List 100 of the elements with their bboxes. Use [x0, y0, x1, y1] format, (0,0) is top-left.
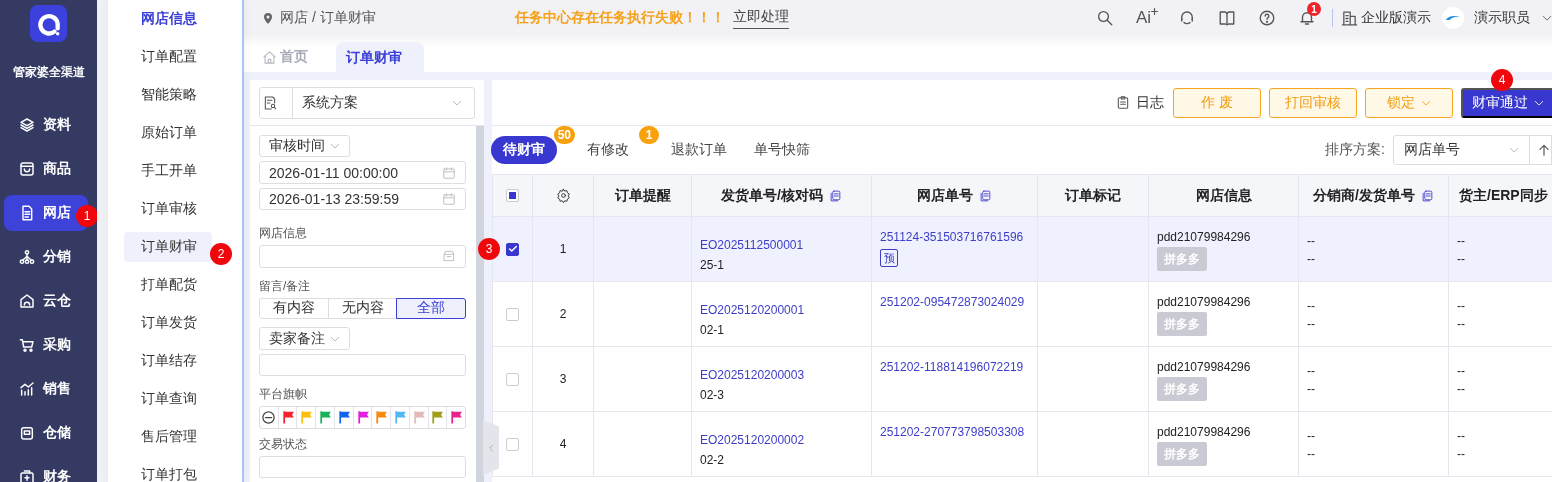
step-marker: 3 — [478, 238, 500, 260]
column-header: 分销商/发货单号 — [1298, 174, 1449, 217]
handle-now-link[interactable]: 立即处理 — [732, 7, 789, 29]
column-header: 发货单号/核对码 — [691, 174, 872, 217]
menu-item[interactable]: 订单配置 — [124, 42, 212, 72]
select-all-checkbox[interactable] — [506, 189, 519, 202]
flag-icon[interactable] — [355, 410, 370, 425]
nav-item[interactable]: 云仓 — [4, 283, 88, 319]
check-code: 02-2 — [700, 453, 725, 467]
flag-icon[interactable] — [374, 410, 389, 425]
shop-order-link[interactable]: 251202-118814196072219 — [880, 360, 1024, 374]
cell-text: -- — [1307, 363, 1316, 380]
shop-icon — [442, 249, 456, 264]
date-field[interactable]: 2026-01-13 23:59:59 — [259, 187, 466, 211]
action-button[interactable]: 财审通过 — [1461, 87, 1552, 118]
flag-icon[interactable] — [336, 410, 351, 425]
flag-icon[interactable] — [393, 410, 407, 425]
menu-item[interactable]: 智能策略 — [124, 80, 212, 110]
shipping-number-link[interactable]: EO2025120200002 — [700, 433, 805, 447]
shipping-number-link[interactable]: EO2025120200001 — [700, 303, 805, 317]
menu-item[interactable]: 原始订单 — [124, 118, 212, 148]
field-label: 留言/备注 — [259, 277, 312, 295]
avatar[interactable] — [1442, 7, 1464, 29]
search-icon[interactable] — [1095, 9, 1114, 27]
headset-icon[interactable] — [1178, 9, 1196, 27]
menu-heading[interactable]: 网店信息 — [124, 4, 212, 34]
row-checkbox[interactable] — [506, 242, 519, 256]
shop-order-link[interactable]: 251124-351503716761596 — [880, 230, 1024, 244]
shop-order-link[interactable]: 251202-270773798503308 — [880, 425, 1025, 439]
cell-text: -- — [1307, 233, 1316, 250]
no-flag-icon[interactable] — [261, 409, 277, 425]
shop-account: pdd21079984296 — [1157, 230, 1251, 244]
gear-icon[interactable] — [555, 188, 571, 203]
shop-field[interactable] — [259, 245, 466, 268]
organization-name[interactable]: 企业版演示 — [1361, 9, 1431, 27]
menu-item[interactable]: 订单查询 — [124, 384, 212, 414]
field-select[interactable]: 审核时间 — [259, 135, 350, 158]
date-field[interactable]: 2026-01-11 00:00:00 — [259, 161, 466, 184]
column-header: 货主/ERP同步 — [1448, 174, 1552, 217]
book-icon[interactable] — [1218, 9, 1236, 27]
home-icon — [262, 49, 277, 65]
collapse-handle[interactable] — [483, 420, 499, 475]
column-header: 网店信息 — [1148, 174, 1299, 217]
menu-item[interactable]: 订单财审 — [124, 232, 212, 262]
copy-icon[interactable] — [979, 188, 992, 203]
status-tab[interactable]: 待财审 — [491, 136, 557, 164]
clipboard-icon — [1116, 95, 1130, 110]
check-code: 02-3 — [700, 388, 725, 402]
column-header: 订单提醒 — [593, 174, 692, 217]
swoosh-icon — [1445, 14, 1461, 22]
copy-icon[interactable] — [828, 188, 842, 203]
menu-item[interactable]: 订单审核 — [124, 194, 212, 224]
shop-order-link[interactable]: 251202-095472873024029 — [880, 295, 1025, 309]
log-link[interactable]: 日志 — [1116, 93, 1164, 112]
status-tab[interactable]: 有修改 — [575, 136, 641, 164]
nav-item[interactable]: 分销 — [4, 239, 88, 275]
cell-text: -- — [1457, 233, 1466, 250]
menu-item[interactable]: 手工开单 — [124, 156, 212, 186]
field-select[interactable]: 卖家备注 — [259, 327, 350, 350]
document-search-icon — [262, 95, 278, 111]
status-tab[interactable]: 单号快筛 — [742, 136, 822, 164]
page-tab[interactable]: 订单财审 — [336, 42, 424, 72]
shipping-number-link[interactable]: EO2025120200003 — [700, 368, 805, 382]
nav-item[interactable]: 商品 — [4, 151, 88, 187]
menu-item[interactable]: 订单结存 — [124, 346, 212, 376]
step-marker: 1 — [76, 205, 97, 227]
shipping-number-link[interactable]: EO2025112500001 — [700, 238, 804, 252]
user-name[interactable]: 演示职员 — [1474, 9, 1530, 27]
presale-tag: 预 — [880, 249, 898, 267]
menu-item[interactable]: 售后管理 — [124, 422, 212, 452]
note-field[interactable] — [259, 353, 466, 377]
shop-account: pdd21079984296 — [1157, 425, 1251, 439]
status-field[interactable] — [259, 455, 466, 478]
calendar-icon — [442, 191, 456, 206]
segment-option[interactable]: 全部 — [396, 297, 466, 320]
sort-order-button[interactable] — [1530, 135, 1552, 165]
nav-item[interactable]: 销售 — [4, 371, 88, 407]
sort-select[interactable]: 网店单号 — [1393, 135, 1530, 165]
ai-button[interactable]: Ai — [1135, 8, 1158, 28]
shop-account: pdd21079984296 — [1157, 360, 1251, 374]
flag-icon[interactable] — [318, 410, 333, 425]
menu-item[interactable]: 订单发货 — [124, 308, 212, 338]
cell-text: -- — [1307, 298, 1316, 315]
scrollbar[interactable] — [476, 126, 484, 482]
flag-icon[interactable] — [430, 410, 445, 425]
nav-item[interactable]: 仓储 — [4, 415, 88, 451]
status-tab[interactable]: 退款订单 — [659, 136, 739, 164]
flag-icon[interactable] — [449, 410, 464, 425]
cell-text: -- — [1307, 316, 1316, 333]
flag-icon[interactable] — [280, 410, 295, 425]
nav-item[interactable]: 资料 — [4, 107, 88, 143]
nav-item[interactable]: 采购 — [4, 327, 88, 363]
scheme-select[interactable]: 系统方案 — [259, 87, 475, 119]
menu-item[interactable]: 打单配货 — [124, 270, 212, 300]
copy-icon[interactable] — [1420, 188, 1434, 203]
menu-item[interactable]: 订单打包 — [124, 460, 212, 482]
help-icon[interactable] — [1258, 9, 1276, 27]
cell-text: -- — [1457, 446, 1466, 463]
count-badge: 50 — [553, 126, 575, 144]
segment-option[interactable]: 有内容 — [259, 297, 329, 320]
